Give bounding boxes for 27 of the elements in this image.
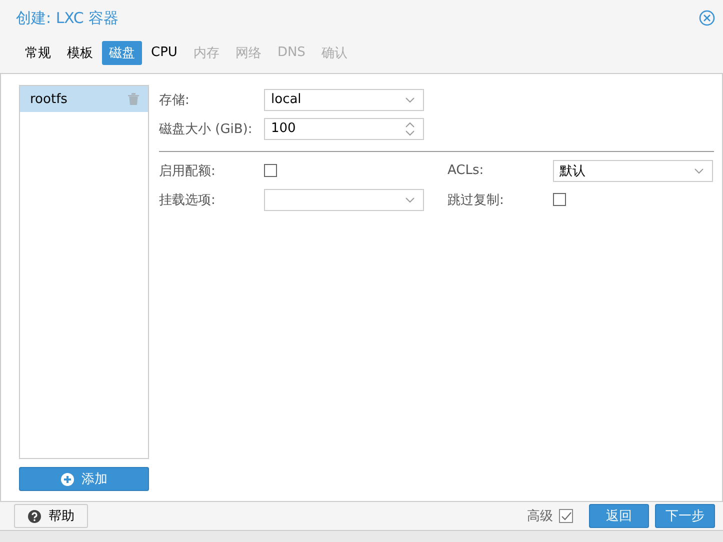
field-label: 挂载选项: bbox=[159, 192, 216, 208]
help-icon bbox=[28, 510, 40, 522]
select-field[interactable] bbox=[264, 188, 424, 210]
advanced-checkbox[interactable] bbox=[559, 509, 573, 523]
field-label: 启用配额: bbox=[159, 162, 216, 180]
checkbox[interactable] bbox=[552, 193, 566, 206]
close-icon[interactable] bbox=[699, 10, 715, 26]
field-label: 存储: bbox=[159, 92, 190, 108]
field-label: ACLs: bbox=[448, 163, 485, 178]
plus-icon bbox=[60, 472, 74, 486]
tab[interactable]: 常规 bbox=[18, 40, 58, 64]
chevron-down-icon bbox=[405, 196, 415, 202]
disk-list-item[interactable]: rootfs bbox=[20, 86, 148, 112]
checkbox[interactable] bbox=[264, 164, 277, 177]
field-label: 跳过复制: bbox=[448, 192, 505, 208]
select-field[interactable]: 默认 bbox=[552, 160, 712, 182]
select-field[interactable]: local bbox=[264, 88, 424, 110]
chevron-down-icon bbox=[694, 168, 704, 174]
spinner-arrows-icon bbox=[405, 120, 415, 136]
number-field[interactable]: 100 bbox=[264, 118, 424, 140]
tab[interactable]: 模板 bbox=[60, 40, 100, 64]
field-label: 磁盘大小 (GiB): bbox=[159, 120, 254, 138]
tab[interactable]: CPU bbox=[144, 42, 184, 63]
chevron-down-icon bbox=[405, 96, 415, 102]
window-title: 创建: LXC 容器 bbox=[16, 8, 120, 28]
help-button[interactable]: 帮助 bbox=[14, 504, 88, 528]
advanced-label: 高级 bbox=[527, 508, 553, 525]
